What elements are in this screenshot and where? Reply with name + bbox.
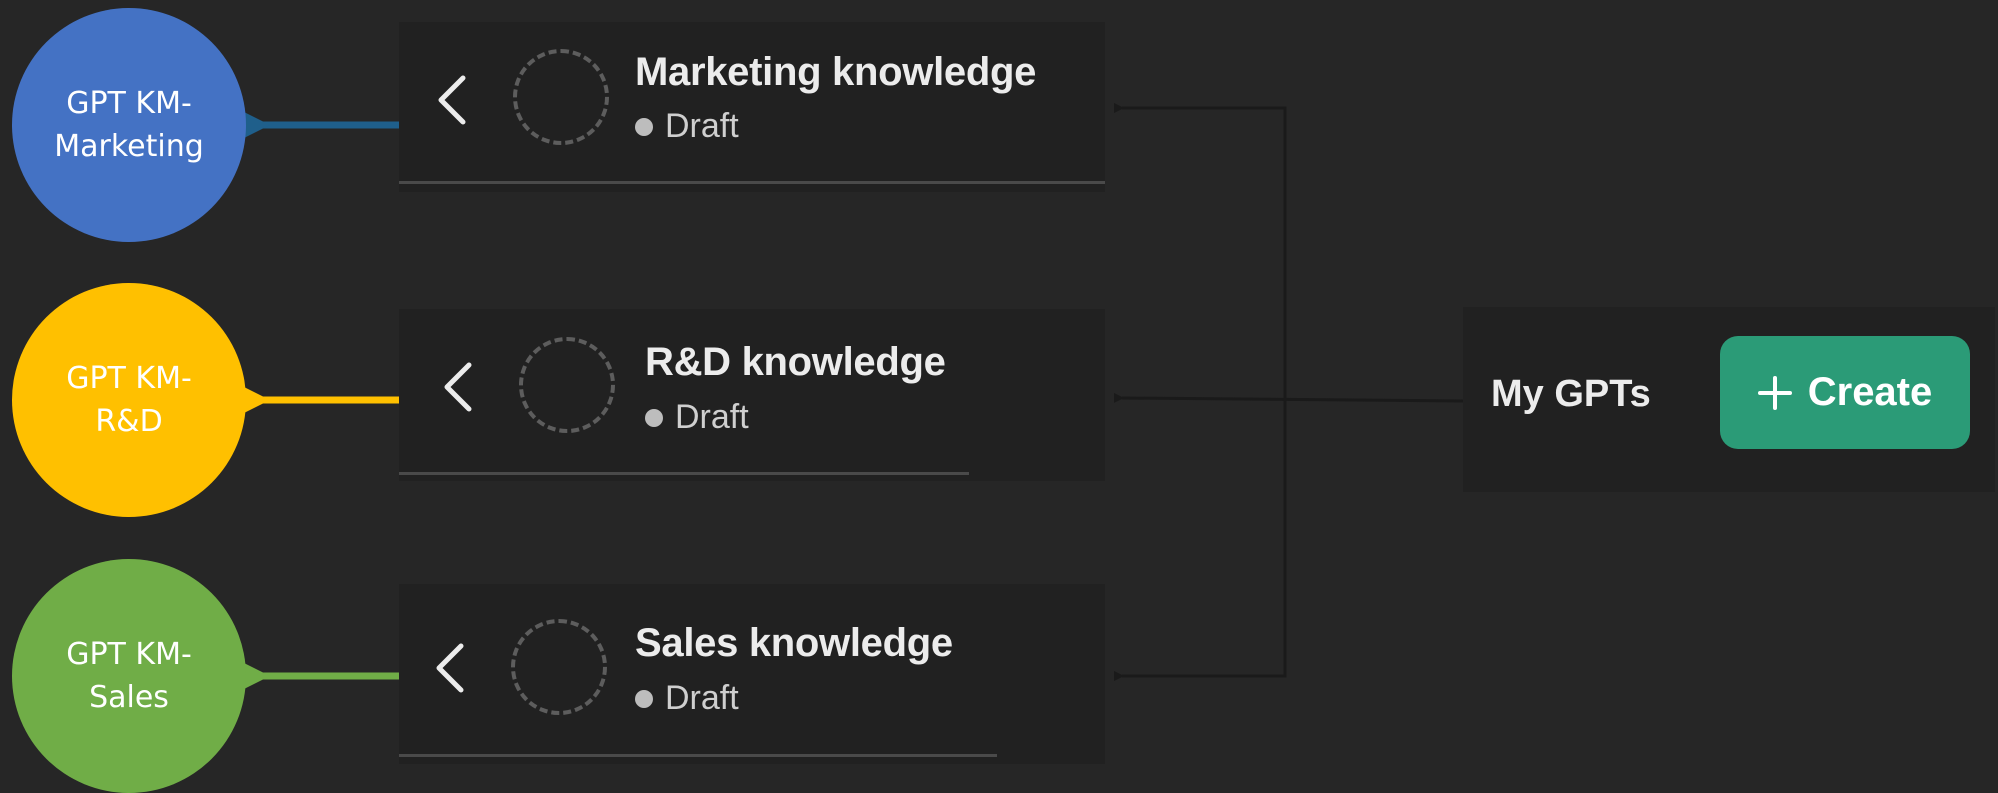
panel-divider — [399, 754, 997, 757]
status-dot-icon — [635, 689, 653, 708]
gpt-panel-marketing: Marketing knowledge Draft — [399, 22, 1105, 192]
gpt-panel-rd: R&D knowledge Draft — [399, 309, 1105, 481]
chevron-left-icon[interactable] — [431, 72, 475, 128]
km-node-sales: GPT KM- Sales — [12, 559, 246, 793]
bracket-connector-marketing — [1114, 103, 1287, 401]
create-button[interactable]: Create — [1720, 336, 1970, 449]
panel-divider — [399, 181, 1105, 184]
gpt-status-label: Draft — [665, 107, 739, 145]
dashed-circle-avatar-icon[interactable] — [513, 49, 609, 145]
connector-rd — [1113, 392, 1464, 403]
gpt-status: Draft — [635, 107, 739, 146]
gpt-panel-sales: Sales knowledge Draft — [399, 584, 1105, 764]
km-node-label: GPT KM- R&D — [66, 361, 192, 439]
page-title: My GPTs — [1491, 373, 1651, 415]
create-button-label: Create — [1807, 370, 1933, 414]
gpt-name: Sales knowledge — [635, 621, 953, 665]
km-node-label: GPT KM- Marketing — [54, 86, 204, 164]
km-node-marketing: GPT KM- Marketing — [12, 8, 246, 242]
panel-divider — [399, 472, 969, 475]
bracket-connector-sales — [1114, 401, 1287, 681]
dashed-circle-avatar-icon[interactable] — [519, 337, 615, 433]
chevron-left-icon[interactable] — [429, 640, 473, 696]
plus-icon — [1757, 375, 1792, 410]
chevron-left-icon[interactable] — [437, 359, 481, 415]
gpt-status-label: Draft — [665, 679, 739, 717]
km-node-rd: GPT KM- R&D — [12, 283, 246, 517]
gpt-status: Draft — [635, 679, 739, 718]
status-dot-icon — [645, 408, 663, 427]
gpt-name: R&D knowledge — [645, 340, 946, 384]
dashed-circle-avatar-icon[interactable] — [511, 619, 607, 715]
my-gpts-header: My GPTs Create — [1463, 307, 1995, 492]
status-dot-icon — [635, 117, 653, 136]
gpt-status: Draft — [645, 398, 749, 437]
gpt-status-label: Draft — [675, 398, 749, 436]
km-node-label: GPT KM- Sales — [66, 637, 192, 715]
gpt-name: Marketing knowledge — [635, 50, 1037, 94]
diagram-canvas: GPT KM- Marketing GPT KM- R&D GPT KM- Sa… — [0, 0, 1998, 793]
